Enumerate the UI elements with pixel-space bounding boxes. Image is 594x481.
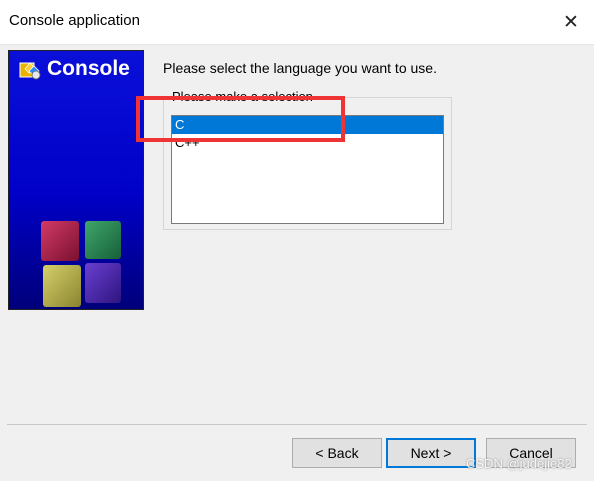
footer-divider [7,424,587,425]
annotation-highlight-box [136,96,345,142]
watermark-text: CSDN @judejie82 [466,456,572,471]
codeblocks-logo-icon [19,62,41,80]
window-title: Console application [9,12,140,29]
wizard-banner: Console [8,50,144,310]
back-button[interactable]: < Back [292,438,382,468]
banner-title: Console [47,57,130,80]
title-bar: Console application ✕ [0,0,594,45]
close-icon: ✕ [563,11,579,33]
colored-cubes-icon [41,221,121,307]
intro-text: Please select the language you want to u… [163,60,437,76]
next-button[interactable]: Next > [386,438,476,468]
close-button[interactable]: ✕ [548,0,594,44]
